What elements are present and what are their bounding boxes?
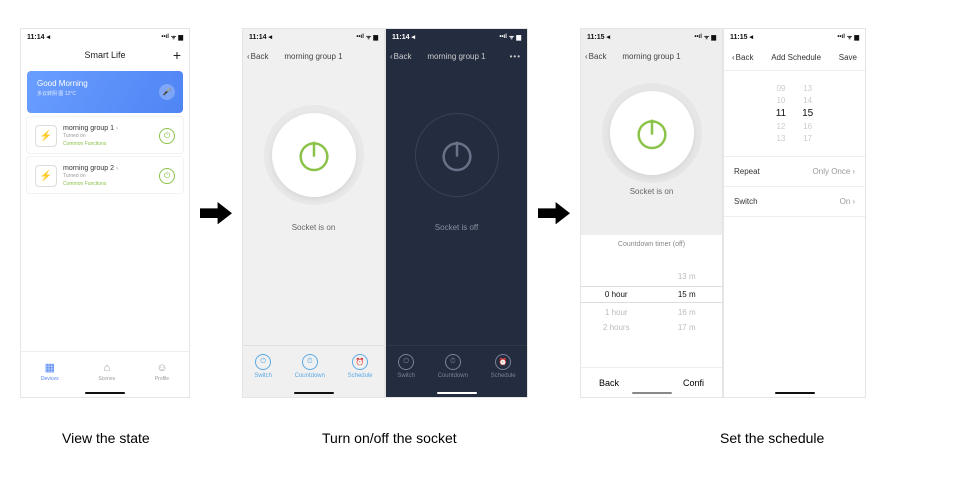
back-button[interactable]: ‹Back <box>390 52 411 61</box>
tab-schedule[interactable]: ⏰Schedule <box>491 354 516 379</box>
device-card-1[interactable]: ⚡ morning group 1› Turned on Common Func… <box>27 117 183 153</box>
power-toggle[interactable] <box>272 113 356 197</box>
socket-state-label: Socket is on <box>581 187 722 196</box>
tab-countdown[interactable]: ⏱Countdown <box>295 354 325 379</box>
status-bar: 11:14 ◂ ••ılᯤ▆ <box>21 29 189 45</box>
page-title: Add Schedule <box>771 53 821 62</box>
device-power-button[interactable]: ⏻ <box>159 128 175 144</box>
weather-sub: 多云转阴 图 12°C <box>37 90 173 97</box>
device-header: ‹Back morning group 1 ••• <box>386 45 527 67</box>
tab-switch[interactable]: ⏻Switch <box>254 354 272 379</box>
countdown-picker[interactable]: 0 hour 1 hour 2 hours 13 m 15 m 16 m 17 … <box>581 262 722 342</box>
status-icons: ••ılᯤ▆ <box>161 33 183 41</box>
switch-row[interactable]: Switch On› <box>724 187 865 217</box>
caption-view-state: View the state <box>62 430 150 446</box>
common-functions-link[interactable]: Common Functions <box>63 181 153 187</box>
home-indicator <box>775 392 815 394</box>
weather-card[interactable]: ☀︎ Good Morning 多云转阴 图 12°C 🎤 <box>27 71 183 113</box>
home-indicator <box>632 392 672 394</box>
socket-state-label: Socket is off <box>386 223 527 232</box>
tab-countdown[interactable]: ⏱Countdown <box>438 354 468 379</box>
tab-scenes[interactable]: ⌂Scenes <box>98 362 115 382</box>
back-action[interactable]: Back <box>599 378 619 388</box>
more-button[interactable]: ••• <box>510 52 521 61</box>
switch-label: Switch <box>734 197 758 206</box>
add-device-button[interactable]: + <box>173 47 181 63</box>
back-button[interactable]: ‹Back <box>247 52 268 61</box>
back-button[interactable]: ‹Back <box>585 52 606 61</box>
plug-icon: ⚡ <box>35 125 57 147</box>
status-bar: 11:14 ◂ ••ılᯤ▆ <box>386 29 527 45</box>
power-icon <box>437 135 477 175</box>
home-indicator <box>85 392 125 394</box>
home-indicator <box>437 392 477 394</box>
bottom-tabs: ⏻Switch ⏱Countdown ⏰Schedule <box>243 345 384 397</box>
power-toggle[interactable] <box>415 113 499 197</box>
tab-switch[interactable]: ⏻Switch <box>397 354 415 379</box>
chevron-right-icon: › <box>116 126 118 132</box>
plug-icon: ⚡ <box>35 165 57 187</box>
phone-countdown: 11:15 ◂ ••ılᯤ▆ ‹Back morning group 1 Soc… <box>580 28 723 398</box>
socket-state-label: Socket is on <box>243 223 384 232</box>
chevron-left-icon: ‹ <box>390 52 393 61</box>
schedule-header: ‹Back Add Schedule Save <box>724 45 865 71</box>
status-bar: 11:15 ◂ ••ılᯤ▆ <box>581 29 722 45</box>
countdown-label: Countdown timer (off) <box>581 241 722 248</box>
confirm-action[interactable]: Confi <box>683 378 704 388</box>
arrow-icon <box>200 202 232 224</box>
app-title: Smart Life <box>84 50 125 60</box>
caption-schedule: Set the schedule <box>720 430 824 446</box>
phone-home: 11:14 ◂ ••ılᯤ▆ Smart Life + ☀︎ Good Morn… <box>20 28 190 398</box>
phone-socket-on: 11:14 ◂ ••ılᯤ▆ ‹Back morning group 1 Soc… <box>242 28 385 398</box>
bottom-tabs: ⏻Switch ⏱Countdown ⏰Schedule <box>386 345 527 397</box>
power-icon <box>294 135 334 175</box>
power-icon <box>632 113 672 153</box>
phone-socket-off: 11:14 ◂ ••ılᯤ▆ ‹Back morning group 1 •••… <box>385 28 528 398</box>
chevron-right-icon: › <box>852 197 855 206</box>
caption-toggle: Turn on/off the socket <box>322 430 457 446</box>
power-toggle[interactable] <box>610 91 694 175</box>
voice-button[interactable]: 🎤 <box>159 84 175 100</box>
tab-schedule[interactable]: ⏰Schedule <box>348 354 373 379</box>
tab-profile[interactable]: ☺Profile <box>155 362 169 382</box>
home-indicator <box>294 392 334 394</box>
chevron-right-icon: › <box>852 167 855 176</box>
device-header: ‹Back morning group 1 <box>243 45 384 67</box>
bottom-tabbar: ▦Devices ⌂Scenes ☺Profile <box>21 351 189 397</box>
chevron-right-icon: › <box>116 166 118 172</box>
device-card-2[interactable]: ⚡ morning group 2› Turned on Common Func… <box>27 157 183 193</box>
device-power-button[interactable]: ⏻ <box>159 168 175 184</box>
repeat-row[interactable]: Repeat Only Once› <box>724 157 865 187</box>
status-bar: 11:14 ◂ ••ılᯤ▆ <box>243 29 384 45</box>
greeting-text: Good Morning <box>37 79 173 88</box>
time-picker[interactable]: 09 10 11 12 13 13 14 15 16 17 <box>724 71 865 157</box>
save-button[interactable]: Save <box>839 53 857 62</box>
back-button[interactable]: ‹Back <box>732 53 753 62</box>
app-header: Smart Life + <box>21 45 189 65</box>
status-bar: 11:15 ◂ ••ılᯤ▆ <box>724 29 865 45</box>
tab-devices[interactable]: ▦Devices <box>41 361 59 382</box>
common-functions-link[interactable]: Common Functions <box>63 141 153 147</box>
arrow-icon <box>538 202 570 224</box>
repeat-label: Repeat <box>734 167 760 176</box>
phone-add-schedule: 11:15 ◂ ••ılᯤ▆ ‹Back Add Schedule Save 0… <box>723 28 866 398</box>
chevron-left-icon: ‹ <box>247 52 250 61</box>
device-header: ‹Back morning group 1 <box>581 45 722 67</box>
